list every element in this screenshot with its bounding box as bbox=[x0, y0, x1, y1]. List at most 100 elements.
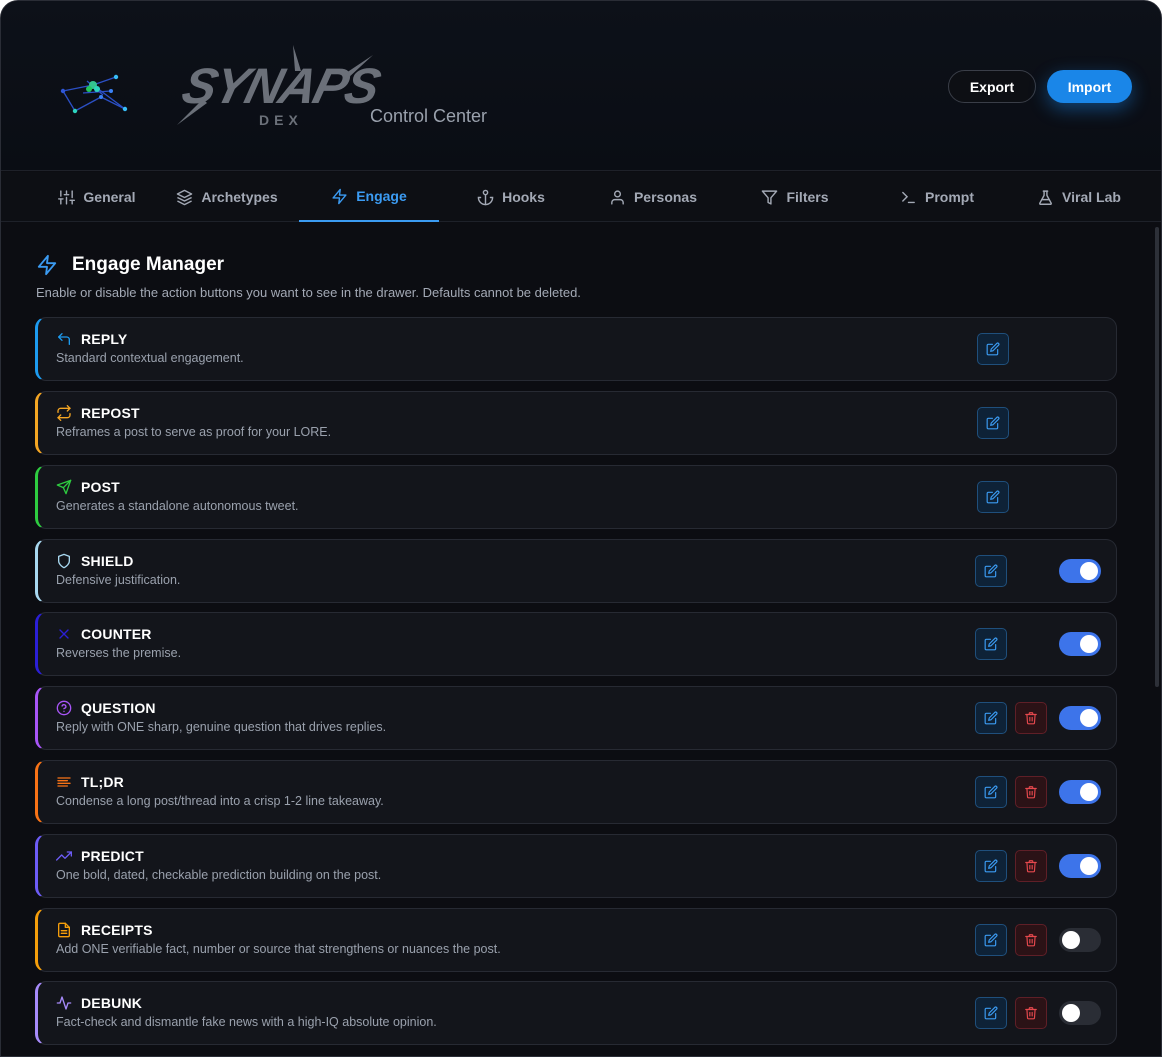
section-title: Engage Manager bbox=[36, 253, 224, 277]
action-card-predict: PREDICT One bold, dated, checkable predic… bbox=[35, 834, 1117, 898]
edit-button[interactable] bbox=[977, 407, 1009, 439]
enable-toggle[interactable] bbox=[1059, 854, 1101, 878]
action-name: POST bbox=[81, 479, 120, 495]
tab-label: Filters bbox=[786, 189, 829, 205]
delete-button[interactable] bbox=[1015, 997, 1047, 1029]
action-card-tldr: TL;DR Condense a long post/thread into a … bbox=[35, 760, 1117, 824]
scrollbar[interactable] bbox=[1155, 227, 1159, 687]
action-card-counter: COUNTER Reverses the premise. bbox=[35, 612, 1117, 676]
trash-icon bbox=[1025, 786, 1037, 799]
edit-button[interactable] bbox=[975, 924, 1007, 956]
action-name: RECEIPTS bbox=[81, 922, 153, 938]
header: SYNAPS DEX Control Center Export Import bbox=[1, 1, 1161, 171]
action-description: One bold, dated, checkable prediction bu… bbox=[56, 868, 382, 882]
shield-icon bbox=[58, 553, 70, 569]
edit-icon bbox=[984, 637, 998, 651]
action-name: COUNTER bbox=[81, 626, 152, 642]
edit-button[interactable] bbox=[975, 628, 1007, 660]
import-button[interactable]: Import bbox=[1047, 70, 1132, 103]
edit-button[interactable] bbox=[975, 850, 1007, 882]
action-card-receipts: RECEIPTS Add ONE verifiable fact, number … bbox=[35, 908, 1117, 972]
svg-text:SYNAPS: SYNAPS bbox=[177, 58, 387, 114]
edit-button[interactable] bbox=[975, 776, 1007, 808]
tab-label: Engage bbox=[356, 188, 407, 204]
action-name-row: RECEIPTS bbox=[56, 922, 153, 938]
action-name: SHIELD bbox=[81, 553, 134, 569]
tab-bar: General Archetypes Engage Hooks Personas bbox=[1, 172, 1161, 222]
delete-button[interactable] bbox=[1015, 850, 1047, 882]
tab-viral-lab[interactable]: Viral Lab bbox=[1019, 172, 1139, 222]
action-name-row: QUESTION bbox=[56, 700, 156, 716]
edit-button[interactable] bbox=[977, 481, 1009, 513]
flask-icon bbox=[1039, 189, 1052, 205]
tab-filters[interactable]: Filters bbox=[735, 172, 855, 222]
action-description: Generates a standalone autonomous tweet. bbox=[56, 499, 299, 513]
toggle-knob bbox=[1080, 635, 1098, 653]
edit-icon bbox=[986, 490, 1000, 504]
action-name-row: TL;DR bbox=[56, 774, 124, 790]
enable-toggle[interactable] bbox=[1059, 632, 1101, 656]
trash-icon bbox=[1025, 934, 1037, 947]
x-icon bbox=[59, 629, 69, 639]
enable-toggle[interactable] bbox=[1059, 706, 1101, 730]
filter-icon bbox=[762, 189, 778, 205]
tab-engage[interactable]: Engage bbox=[299, 172, 439, 222]
delete-button[interactable] bbox=[1015, 924, 1047, 956]
edit-icon bbox=[984, 933, 998, 947]
enable-toggle[interactable] bbox=[1059, 780, 1101, 804]
tab-archetypes[interactable]: Archetypes bbox=[167, 172, 287, 222]
tab-label: General bbox=[83, 189, 136, 205]
action-card-question: QUESTION Reply with ONE sharp, genuine qu… bbox=[35, 686, 1117, 750]
action-name-row: DEBUNK bbox=[56, 995, 142, 1011]
action-card-debunk: DEBUNK Fact-check and dismantle fake news… bbox=[35, 981, 1117, 1045]
action-description: Add ONE verifiable fact, number or sourc… bbox=[56, 942, 501, 956]
enable-toggle[interactable] bbox=[1059, 1001, 1101, 1025]
app-window: SYNAPS DEX Control Center Export Import … bbox=[0, 0, 1162, 1057]
layers-icon bbox=[177, 189, 193, 205]
trash-icon bbox=[1025, 712, 1037, 725]
enable-toggle[interactable] bbox=[1059, 559, 1101, 583]
edit-button[interactable] bbox=[977, 333, 1009, 365]
tab-general[interactable]: General bbox=[37, 172, 157, 222]
edit-icon bbox=[984, 785, 998, 799]
file-text-icon bbox=[58, 922, 70, 938]
delete-button[interactable] bbox=[1015, 702, 1047, 734]
align-left-icon bbox=[57, 777, 71, 787]
toggle-knob bbox=[1080, 783, 1098, 801]
action-name: TL;DR bbox=[81, 774, 124, 790]
tab-label: Viral Lab bbox=[1062, 189, 1121, 205]
edit-button[interactable] bbox=[975, 997, 1007, 1029]
reply-icon bbox=[58, 333, 70, 345]
tab-hooks[interactable]: Hooks bbox=[451, 172, 571, 222]
toggle-knob bbox=[1062, 931, 1080, 949]
bolt-icon bbox=[332, 188, 347, 204]
repost-icon bbox=[57, 405, 71, 421]
tab-prompt[interactable]: Prompt bbox=[877, 172, 997, 222]
action-description: Reframes a post to serve as proof for yo… bbox=[56, 425, 332, 439]
svg-text:DEX: DEX bbox=[259, 112, 303, 128]
export-button[interactable]: Export bbox=[948, 70, 1036, 103]
trending-up-icon bbox=[56, 851, 72, 861]
action-name-row: SHIELD bbox=[56, 553, 134, 569]
activity-icon bbox=[56, 996, 72, 1010]
tab-personas[interactable]: Personas bbox=[593, 172, 713, 222]
action-name: PREDICT bbox=[81, 848, 144, 864]
action-name-row: POST bbox=[56, 479, 120, 495]
action-description: Fact-check and dismantle fake news with … bbox=[56, 1015, 437, 1029]
delete-button[interactable] bbox=[1015, 776, 1047, 808]
edit-button[interactable] bbox=[975, 702, 1007, 734]
network-logo-icon bbox=[60, 74, 128, 114]
action-name-row: PREDICT bbox=[56, 848, 144, 864]
trash-icon bbox=[1025, 1007, 1037, 1020]
enable-toggle[interactable] bbox=[1059, 928, 1101, 952]
send-icon bbox=[56, 479, 72, 495]
edit-button[interactable] bbox=[975, 555, 1007, 587]
anchor-icon bbox=[477, 189, 494, 205]
action-card-reply: REPLY Standard contextual engagement. bbox=[35, 317, 1117, 381]
edit-icon bbox=[984, 564, 998, 578]
tab-label: Hooks bbox=[502, 189, 545, 205]
edit-icon bbox=[986, 342, 1000, 356]
edit-icon bbox=[984, 1006, 998, 1020]
action-description: Standard contextual engagement. bbox=[56, 351, 244, 365]
action-description: Reply with ONE sharp, genuine question t… bbox=[56, 720, 387, 734]
